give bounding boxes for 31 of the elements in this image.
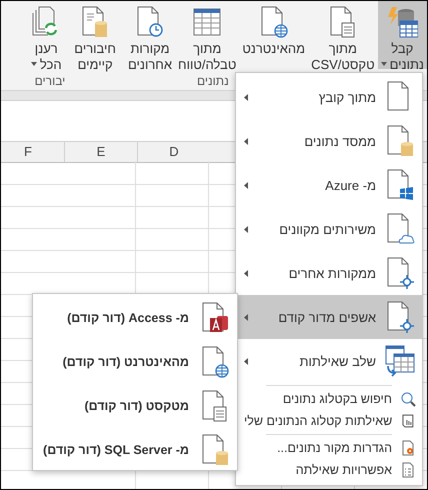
ribbon-button[interactable]: מתוך טקסט/CSV bbox=[308, 1, 378, 69]
menu-item[interactable]: ממקורות אחרים bbox=[236, 251, 422, 295]
column-header[interactable]: F bbox=[1, 142, 64, 162]
menu-item[interactable]: חיפוש בקטלוג נתונים bbox=[236, 388, 422, 410]
search-icon bbox=[400, 391, 416, 407]
combine-document-icon bbox=[384, 344, 416, 378]
column-header[interactable]: E bbox=[64, 142, 137, 162]
menu-item[interactable]: ממסד נתונים bbox=[236, 119, 422, 163]
menu-item[interactable]: מ- Azure bbox=[236, 163, 422, 207]
ribbon-button[interactable]: מקורות אחרונים bbox=[124, 1, 176, 69]
list-icon bbox=[400, 462, 416, 478]
ribbon-button[interactable]: חיבורים קיימים bbox=[71, 1, 119, 69]
submenu-item[interactable]: מ- SQL Server (דור קודם) bbox=[33, 428, 237, 472]
menu-item[interactable]: שאילתות קטלוג הנתונים שלי bbox=[236, 410, 422, 432]
submenu-item[interactable]: מהאינטרנט (דור קודם) bbox=[33, 340, 237, 384]
ribbon-button[interactable]: מתוך טבלה/טווח bbox=[175, 1, 240, 69]
submenu-item[interactable]: מטקסט (דור קודם) bbox=[33, 384, 237, 428]
group-label: יבורים bbox=[34, 73, 66, 89]
menu-item[interactable]: אשפים מדור קודם bbox=[236, 295, 422, 339]
menu-item[interactable]: אפשרויות שאילתה bbox=[236, 459, 422, 481]
get-data-icon bbox=[386, 5, 418, 39]
ribbon-button[interactable]: רענן הכל bbox=[27, 1, 66, 69]
menu-item[interactable]: מתוך קובץ bbox=[236, 75, 422, 119]
ribbon-button[interactable]: קבל נתונים bbox=[378, 1, 427, 69]
catalog-icon bbox=[400, 413, 416, 429]
ribbon-button[interactable]: מהאינטרנט bbox=[239, 1, 308, 69]
column-header[interactable]: D bbox=[137, 142, 210, 162]
menu-item[interactable]: משירותים מקוונים bbox=[236, 207, 422, 251]
submenu-item[interactable]: מ- Access (דור קודם) bbox=[33, 296, 237, 340]
group-label: נתונים bbox=[196, 73, 230, 89]
gear-icon bbox=[400, 440, 416, 456]
